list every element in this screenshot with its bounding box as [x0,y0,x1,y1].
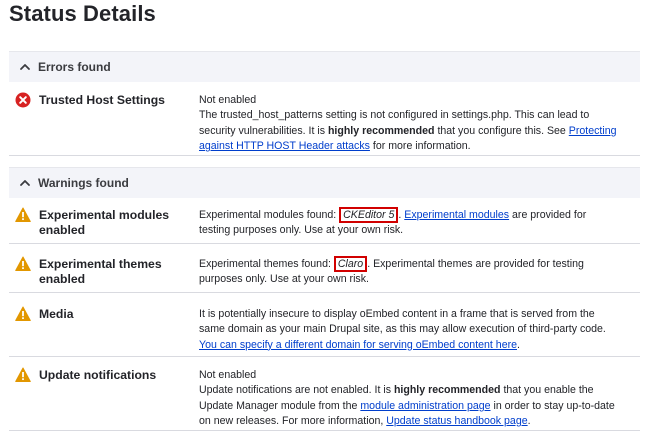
status-row-description: Not enabled The trusted_host_patterns se… [199,93,619,154]
status-row-title: Experimental themes enabled [39,257,162,286]
status-row-update-notifications: Update notifications Not enabled Update … [9,367,640,431]
description-text: Experimental modules found: [199,209,340,221]
oembed-domain-link[interactable]: You can specify a different domain for s… [199,339,517,351]
status-row-description: It is potentially insecure to display oE… [199,307,619,353]
status-row-title: Trusted Host Settings [39,93,165,107]
status-row-description: Not enabled Update notifications are not… [199,368,619,429]
status-row-experimental-themes: Experimental themes enabled Experimental… [9,256,640,293]
description-text: Experimental themes found: [199,258,334,270]
warnings-section-label: Warnings found [38,176,129,190]
experimental-modules-link[interactable]: Experimental modules [404,209,509,221]
errors-section-header[interactable]: Errors found [9,51,640,82]
error-icon [15,92,31,108]
module-administration-link[interactable]: module administration page [360,400,490,412]
update-status-handbook-link[interactable]: Update status handbook page [386,415,527,427]
status-row-media: Media It is potentially insecure to disp… [9,306,640,357]
warning-icon [15,207,31,223]
status-row-description: Experimental themes found: Claro. Experi… [199,256,619,288]
chevron-up-icon [18,60,32,74]
description-bold: highly recommended [327,124,435,137]
errors-section-label: Errors found [38,60,111,74]
description-bold: highly recommended [393,384,501,397]
status-row-title: Media [39,307,74,321]
status-row-title: Experimental modules enabled [39,208,170,237]
description-text: that you configure this. See [434,124,569,137]
highlighted-theme-name: Claro [333,256,368,272]
warnings-section-header[interactable]: Warnings found [9,167,640,198]
description-text: . [517,338,520,351]
status-row-experimental-modules: Experimental modules enabled Experimenta… [9,207,640,244]
status-value: Not enabled [199,369,257,381]
highlighted-module-name: CKEditor 5 [339,207,399,223]
warning-icon [15,367,31,383]
status-row-description: Experimental modules found: CKEditor 5. … [199,207,619,239]
description-text: for more information. [369,139,471,152]
status-row-title: Update notifications [39,368,157,382]
status-value: Not enabled [199,94,257,106]
description-text: It is potentially insecure to display oE… [199,308,606,336]
chevron-up-icon [18,176,32,190]
warning-icon [15,256,31,272]
description-text: Update notifications are not enabled. It… [199,384,394,397]
status-row-trusted-host: Trusted Host Settings Not enabled The tr… [9,92,640,156]
page-title: Status Details [9,1,156,26]
warning-icon [15,306,31,322]
description-text: . [527,414,531,427]
